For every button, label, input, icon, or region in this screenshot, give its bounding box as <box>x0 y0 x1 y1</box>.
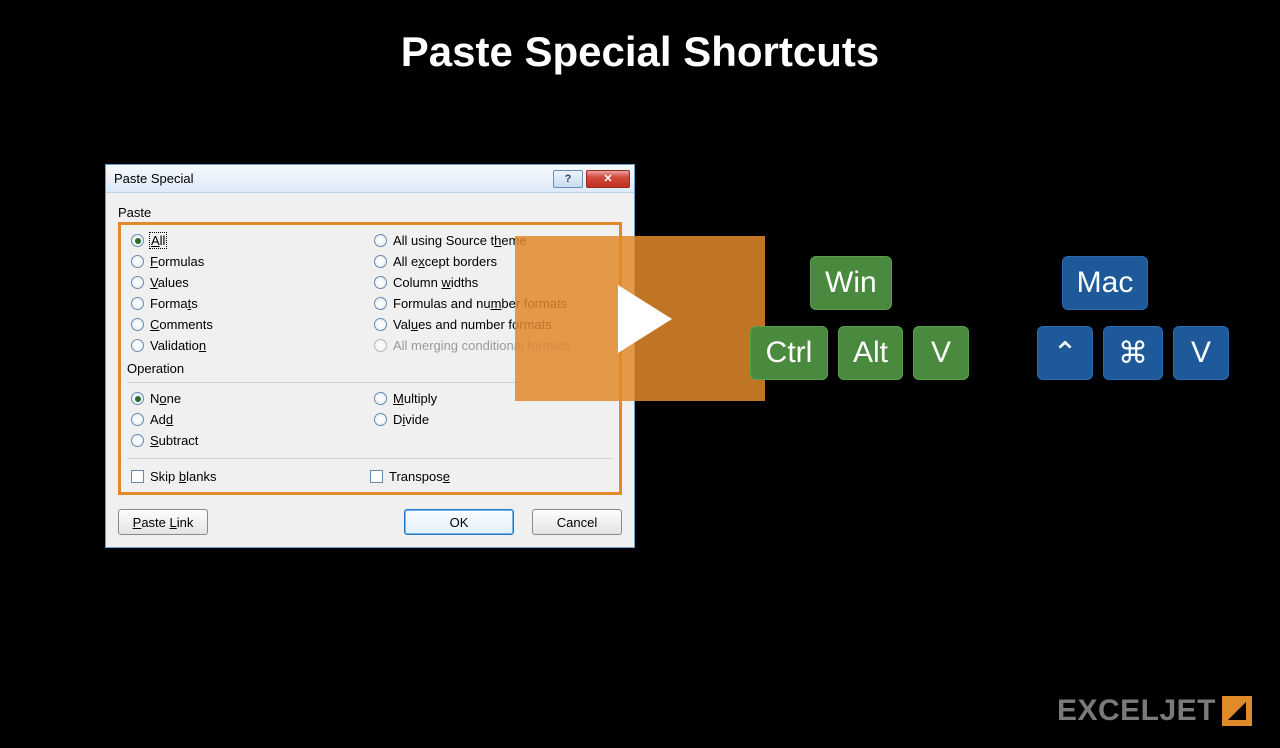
dialog-title: Paste Special <box>114 171 194 186</box>
radio-option[interactable]: Formats <box>131 296 366 311</box>
play-button[interactable] <box>515 236 765 401</box>
key-control-mac: ⌃ <box>1037 326 1093 380</box>
radio-icon <box>374 297 387 310</box>
radio-option[interactable]: Divide <box>374 412 609 427</box>
radio-icon <box>374 276 387 289</box>
radio-icon <box>374 318 387 331</box>
page-title: Paste Special Shortcuts <box>0 28 1280 76</box>
checkbox-icon <box>131 470 144 483</box>
logo-text: EXCELJET <box>1057 694 1216 728</box>
radio-icon <box>374 413 387 426</box>
radio-icon <box>131 413 144 426</box>
radio-option[interactable]: Formulas <box>131 254 366 269</box>
radio-option[interactable]: None <box>131 391 366 406</box>
separator <box>127 458 613 459</box>
radio-icon <box>131 234 144 247</box>
exceljet-logo: EXCELJET <box>1057 694 1252 728</box>
key-alt: Alt <box>838 326 903 380</box>
radio-icon <box>374 392 387 405</box>
win-os-key: Win <box>810 256 892 310</box>
paste-link-button[interactable]: Paste Link <box>118 509 208 535</box>
radio-icon <box>374 255 387 268</box>
radio-option[interactable]: Subtract <box>131 433 366 448</box>
titlebar[interactable]: Paste Special ? ✕ <box>106 165 634 193</box>
help-button[interactable]: ? <box>553 170 583 188</box>
ok-button[interactable]: OK <box>404 509 514 535</box>
radio-option[interactable]: All <box>131 233 366 248</box>
key-ctrl: Ctrl <box>750 326 828 380</box>
radio-icon <box>131 318 144 331</box>
key-v: V <box>913 326 969 380</box>
radio-icon <box>374 234 387 247</box>
paste-group-label: Paste <box>118 205 622 220</box>
radio-icon <box>131 297 144 310</box>
radio-icon <box>131 339 144 352</box>
close-button[interactable]: ✕ <box>586 170 630 188</box>
shortcuts-panel: Win Mac Ctrl Alt V ⌃ ⌘ V <box>750 256 1229 380</box>
checkbox-icon <box>370 470 383 483</box>
play-icon <box>618 285 672 353</box>
radio-icon <box>374 339 387 352</box>
skip-blanks-checkbox[interactable]: Skip blanks <box>131 469 370 484</box>
radio-icon <box>131 392 144 405</box>
mac-os-key: Mac <box>1062 256 1149 310</box>
radio-option[interactable]: Values <box>131 275 366 290</box>
key-command-mac: ⌘ <box>1103 326 1163 380</box>
radio-icon <box>131 255 144 268</box>
radio-option[interactable]: Validation <box>131 338 366 353</box>
key-v-mac: V <box>1173 326 1229 380</box>
radio-icon <box>131 276 144 289</box>
radio-option[interactable]: Comments <box>131 317 366 332</box>
transpose-checkbox[interactable]: Transpose <box>370 469 609 484</box>
logo-icon <box>1222 696 1252 726</box>
cancel-button[interactable]: Cancel <box>532 509 622 535</box>
radio-icon <box>131 434 144 447</box>
radio-option[interactable]: Add <box>131 412 366 427</box>
